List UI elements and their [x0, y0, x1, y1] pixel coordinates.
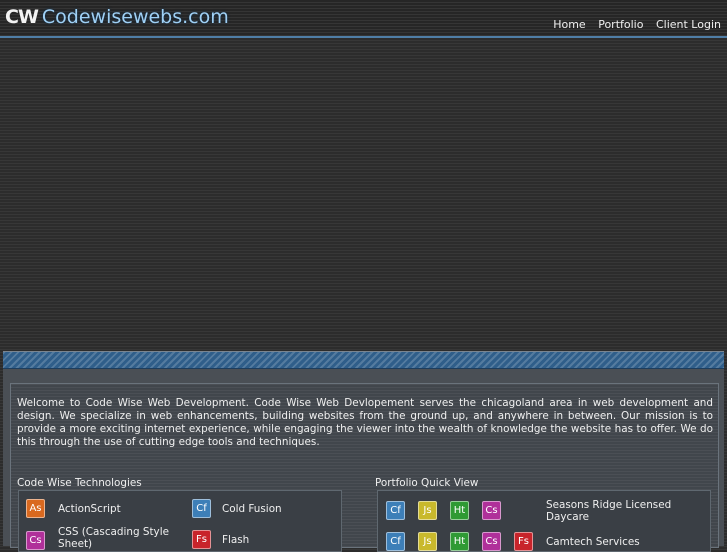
- nav-home-link[interactable]: Home: [553, 18, 585, 31]
- top-bar: CW Codewisewebs.com Home Portfolio Client…: [0, 0, 727, 38]
- html-icon: Ht: [450, 501, 469, 520]
- portfolio-label: Camtech Services: [546, 536, 640, 548]
- portfolio-label: Seasons Ridge Licensed Daycare: [546, 499, 672, 523]
- main-nav: Home Portfolio Client Login: [544, 18, 721, 31]
- tech-label: Cold Fusion: [222, 503, 282, 515]
- portfolio-title: Portfolio Quick View: [375, 477, 479, 489]
- nav-client-login-link[interactable]: Client Login: [656, 18, 721, 31]
- logo-text: Codewisewebs.com: [41, 6, 229, 28]
- content-area: Welcome to Code Wise Web Development. Co…: [10, 383, 719, 552]
- cold-fusion-icon: Cf: [386, 532, 405, 551]
- technologies-box: As ActionScript Cf Cold Fusion Cs CSS (C…: [18, 490, 342, 552]
- welcome-text: Welcome to Code Wise Web Development. Co…: [17, 397, 713, 448]
- cold-fusion-icon: Cf: [192, 499, 211, 518]
- logo-mark: CW: [5, 6, 39, 28]
- portfolio-row-camtech[interactable]: Cf Js Ht Cs Fs Camtech Services: [378, 521, 710, 551]
- tech-label: CSS (Cascading Style Sheet): [58, 526, 169, 550]
- javascript-icon: Js: [418, 532, 437, 551]
- html-icon: Ht: [450, 532, 469, 551]
- tech-label: Flash: [222, 534, 250, 546]
- technologies-title: Code Wise Technologies: [17, 477, 142, 489]
- content-panel: Welcome to Code Wise Web Development. Co…: [3, 351, 724, 552]
- css-icon: Cs: [26, 531, 45, 550]
- actionscript-icon: As: [26, 499, 45, 518]
- nav-portfolio-link[interactable]: Portfolio: [598, 18, 643, 31]
- hero-area: [0, 38, 727, 350]
- portfolio-box: Cf Js Ht Cs Seasons Ridge Licensed Dayca…: [377, 490, 711, 552]
- flash-icon: Fs: [514, 532, 533, 551]
- panel-stripe: [3, 352, 724, 369]
- cold-fusion-icon: Cf: [386, 501, 405, 520]
- flash-icon: Fs: [192, 530, 211, 549]
- css-icon: Cs: [482, 532, 501, 551]
- site-logo[interactable]: CW Codewisewebs.com: [5, 6, 229, 32]
- tech-label: ActionScript: [58, 503, 121, 515]
- css-icon: Cs: [482, 501, 501, 520]
- javascript-icon: Js: [418, 501, 437, 520]
- portfolio-row-seasons-ridge[interactable]: Cf Js Ht Cs Seasons Ridge Licensed Dayca…: [378, 491, 710, 523]
